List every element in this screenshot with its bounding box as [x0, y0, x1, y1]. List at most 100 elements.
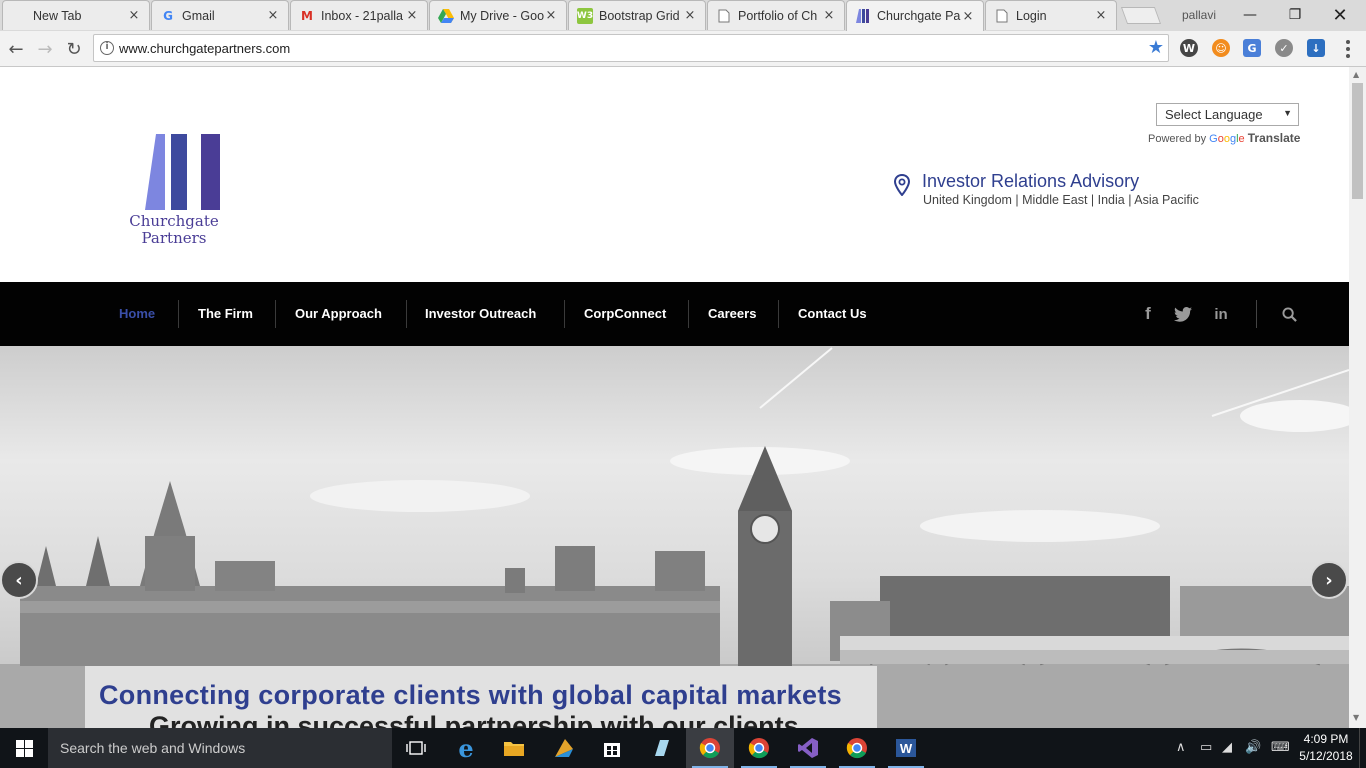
nav-divider — [406, 300, 407, 328]
hero-caption-headline: Connecting corporate clients with global… — [99, 680, 842, 710]
tab-title: Churchgate Pa — [877, 9, 961, 23]
nav-our-approach[interactable]: Our Approach — [295, 282, 382, 346]
nav-contact-us[interactable]: Contact Us — [798, 282, 867, 346]
taskbar-search-input[interactable]: Search the web and Windows — [48, 728, 392, 768]
nav-home[interactable]: Home — [119, 282, 155, 346]
info-icon[interactable]: i — [100, 41, 114, 55]
notepad-app-icon[interactable] — [637, 728, 685, 768]
tab-bootstrap-grid[interactable]: W3 Bootstrap Grid × — [568, 0, 706, 30]
hero-caption: Connecting corporate clients with global… — [85, 666, 877, 728]
reload-icon[interactable]: ↻ — [62, 37, 86, 61]
check-extension-icon[interactable]: ✓ — [1275, 39, 1293, 57]
close-icon[interactable]: × — [544, 8, 558, 23]
carousel-next-button[interactable]: › — [1310, 561, 1348, 599]
nav-divider — [275, 300, 276, 328]
tab-gmail[interactable]: G Gmail × — [151, 0, 289, 30]
url-text[interactable]: www.churchgatepartners.com — [119, 41, 290, 56]
tab-title: Inbox - 21palla — [321, 8, 404, 23]
menu-icon[interactable] — [1340, 39, 1356, 59]
chrome-taskbar-icon[interactable] — [686, 728, 734, 768]
close-icon[interactable]: × — [266, 8, 280, 23]
svg-text:W: W — [900, 741, 913, 756]
close-icon[interactable]: × — [683, 8, 697, 23]
page-scrollbar[interactable]: ▲ ▼ — [1349, 67, 1366, 728]
google-drive-icon — [438, 8, 454, 24]
close-icon[interactable]: × — [1094, 8, 1108, 23]
forward-icon[interactable]: → — [33, 37, 57, 61]
tab-churchgate[interactable]: Churchgate Pa × — [846, 0, 984, 31]
address-bar[interactable]: i www.churchgatepartners.com ★ — [93, 34, 1169, 62]
visual-studio-icon[interactable] — [784, 728, 832, 768]
tab-inbox[interactable]: M Inbox - 21palla × — [290, 0, 428, 30]
chevron-right-icon: › — [1325, 569, 1333, 591]
gmail-icon: M — [301, 8, 313, 23]
chevron-up-icon[interactable]: ∧ — [1176, 740, 1186, 755]
new-tab-button[interactable] — [1120, 7, 1162, 24]
scroll-up-icon[interactable]: ▲ — [1353, 70, 1359, 79]
tab-title: Bootstrap Grid — [599, 8, 680, 23]
windows-start-button[interactable] — [0, 728, 48, 768]
wordpress-icon[interactable]: W — [1180, 39, 1198, 57]
carousel-prev-button[interactable]: ‹ — [0, 561, 38, 599]
scroll-down-icon[interactable]: ▼ — [1353, 713, 1359, 722]
extension-user-icon[interactable]: ↓ — [1307, 39, 1325, 57]
back-icon[interactable]: ← — [4, 37, 28, 61]
battery-icon[interactable]: ▭ — [1200, 740, 1212, 755]
tab-title: My Drive - Goo — [460, 8, 544, 23]
minimize-icon[interactable]: — — [1227, 0, 1273, 30]
powered-by-label: Powered by — [1148, 133, 1207, 145]
taskbar-clock[interactable]: 4:09 PM 5/12/2018 — [1298, 731, 1354, 765]
close-icon[interactable]: × — [822, 8, 836, 23]
churchgate-icon — [855, 8, 871, 24]
file-explorer-icon[interactable] — [490, 728, 538, 768]
tab-my-drive[interactable]: My Drive - Goo × — [429, 0, 567, 30]
word-icon[interactable]: W — [882, 728, 930, 768]
language-select[interactable]: Select Language ▼ — [1156, 103, 1299, 126]
nav-the-firm[interactable]: The Firm — [198, 282, 253, 346]
tab-portfolio[interactable]: Portfolio of Ch × — [707, 0, 845, 30]
search-icon[interactable] — [1280, 302, 1298, 326]
store-icon[interactable] — [588, 728, 636, 768]
chrome-taskbar-icon[interactable] — [735, 728, 783, 768]
facebook-icon[interactable]: f — [1141, 302, 1155, 326]
maximize-icon[interactable]: ❐ — [1272, 0, 1318, 30]
scrollbar-thumb[interactable] — [1352, 83, 1363, 199]
tab-title: New Tab — [33, 8, 82, 23]
show-desktop-button[interactable] — [1359, 728, 1366, 768]
photos-app-icon[interactable] — [540, 728, 588, 768]
google-logo-text[interactable]: Google — [1209, 133, 1245, 145]
page-icon — [716, 8, 732, 24]
tab-new-tab[interactable]: New Tab × — [2, 0, 150, 30]
profile-name[interactable]: pallavi — [1182, 8, 1216, 22]
google-translate-icon[interactable]: G — [1243, 39, 1261, 57]
logo-text-line1: Churchgate — [129, 212, 219, 230]
close-icon[interactable]: × — [405, 8, 419, 23]
task-view-icon[interactable] — [392, 728, 440, 768]
window-close-icon[interactable]: ✕ — [1317, 0, 1363, 30]
close-icon[interactable]: × — [127, 8, 141, 23]
nav-careers[interactable]: Careers — [708, 282, 756, 346]
volume-icon[interactable]: 🔊 — [1245, 740, 1261, 755]
translate-link[interactable]: Translate — [1248, 131, 1301, 145]
blank-page-icon — [11, 8, 27, 24]
linkedin-icon[interactable]: in — [1210, 302, 1232, 326]
powered-by-google: Powered by Google Translate — [1148, 131, 1300, 145]
windows-taskbar: Search the web and Windows e W ∧ ▭ ◢ 🔊 ⌨… — [0, 728, 1366, 768]
chevron-left-icon: ‹ — [15, 569, 23, 591]
close-icon[interactable]: × — [961, 9, 975, 24]
edge-browser-icon[interactable]: e — [442, 728, 490, 768]
page-icon — [994, 8, 1010, 24]
tab-login[interactable]: Login × — [985, 0, 1117, 30]
twitter-icon[interactable] — [1173, 302, 1193, 326]
nav-divider — [564, 300, 565, 328]
chrome-taskbar-icon[interactable] — [833, 728, 881, 768]
nav-corpconnect[interactable]: CorpConnect — [584, 282, 666, 346]
extension-orange-icon[interactable]: ☺ — [1212, 39, 1230, 57]
browser-tab-strip: New Tab × G Gmail × M Inbox - 21palla × … — [0, 0, 1366, 31]
tab-title: Login — [1016, 8, 1047, 23]
wifi-icon[interactable]: ◢ — [1222, 740, 1232, 755]
windows-logo-icon — [15, 739, 33, 757]
bookmark-star-icon[interactable]: ★ — [1148, 37, 1164, 58]
nav-investor-outreach[interactable]: Investor Outreach — [425, 282, 536, 346]
keyboard-icon[interactable]: ⌨ — [1271, 740, 1290, 755]
